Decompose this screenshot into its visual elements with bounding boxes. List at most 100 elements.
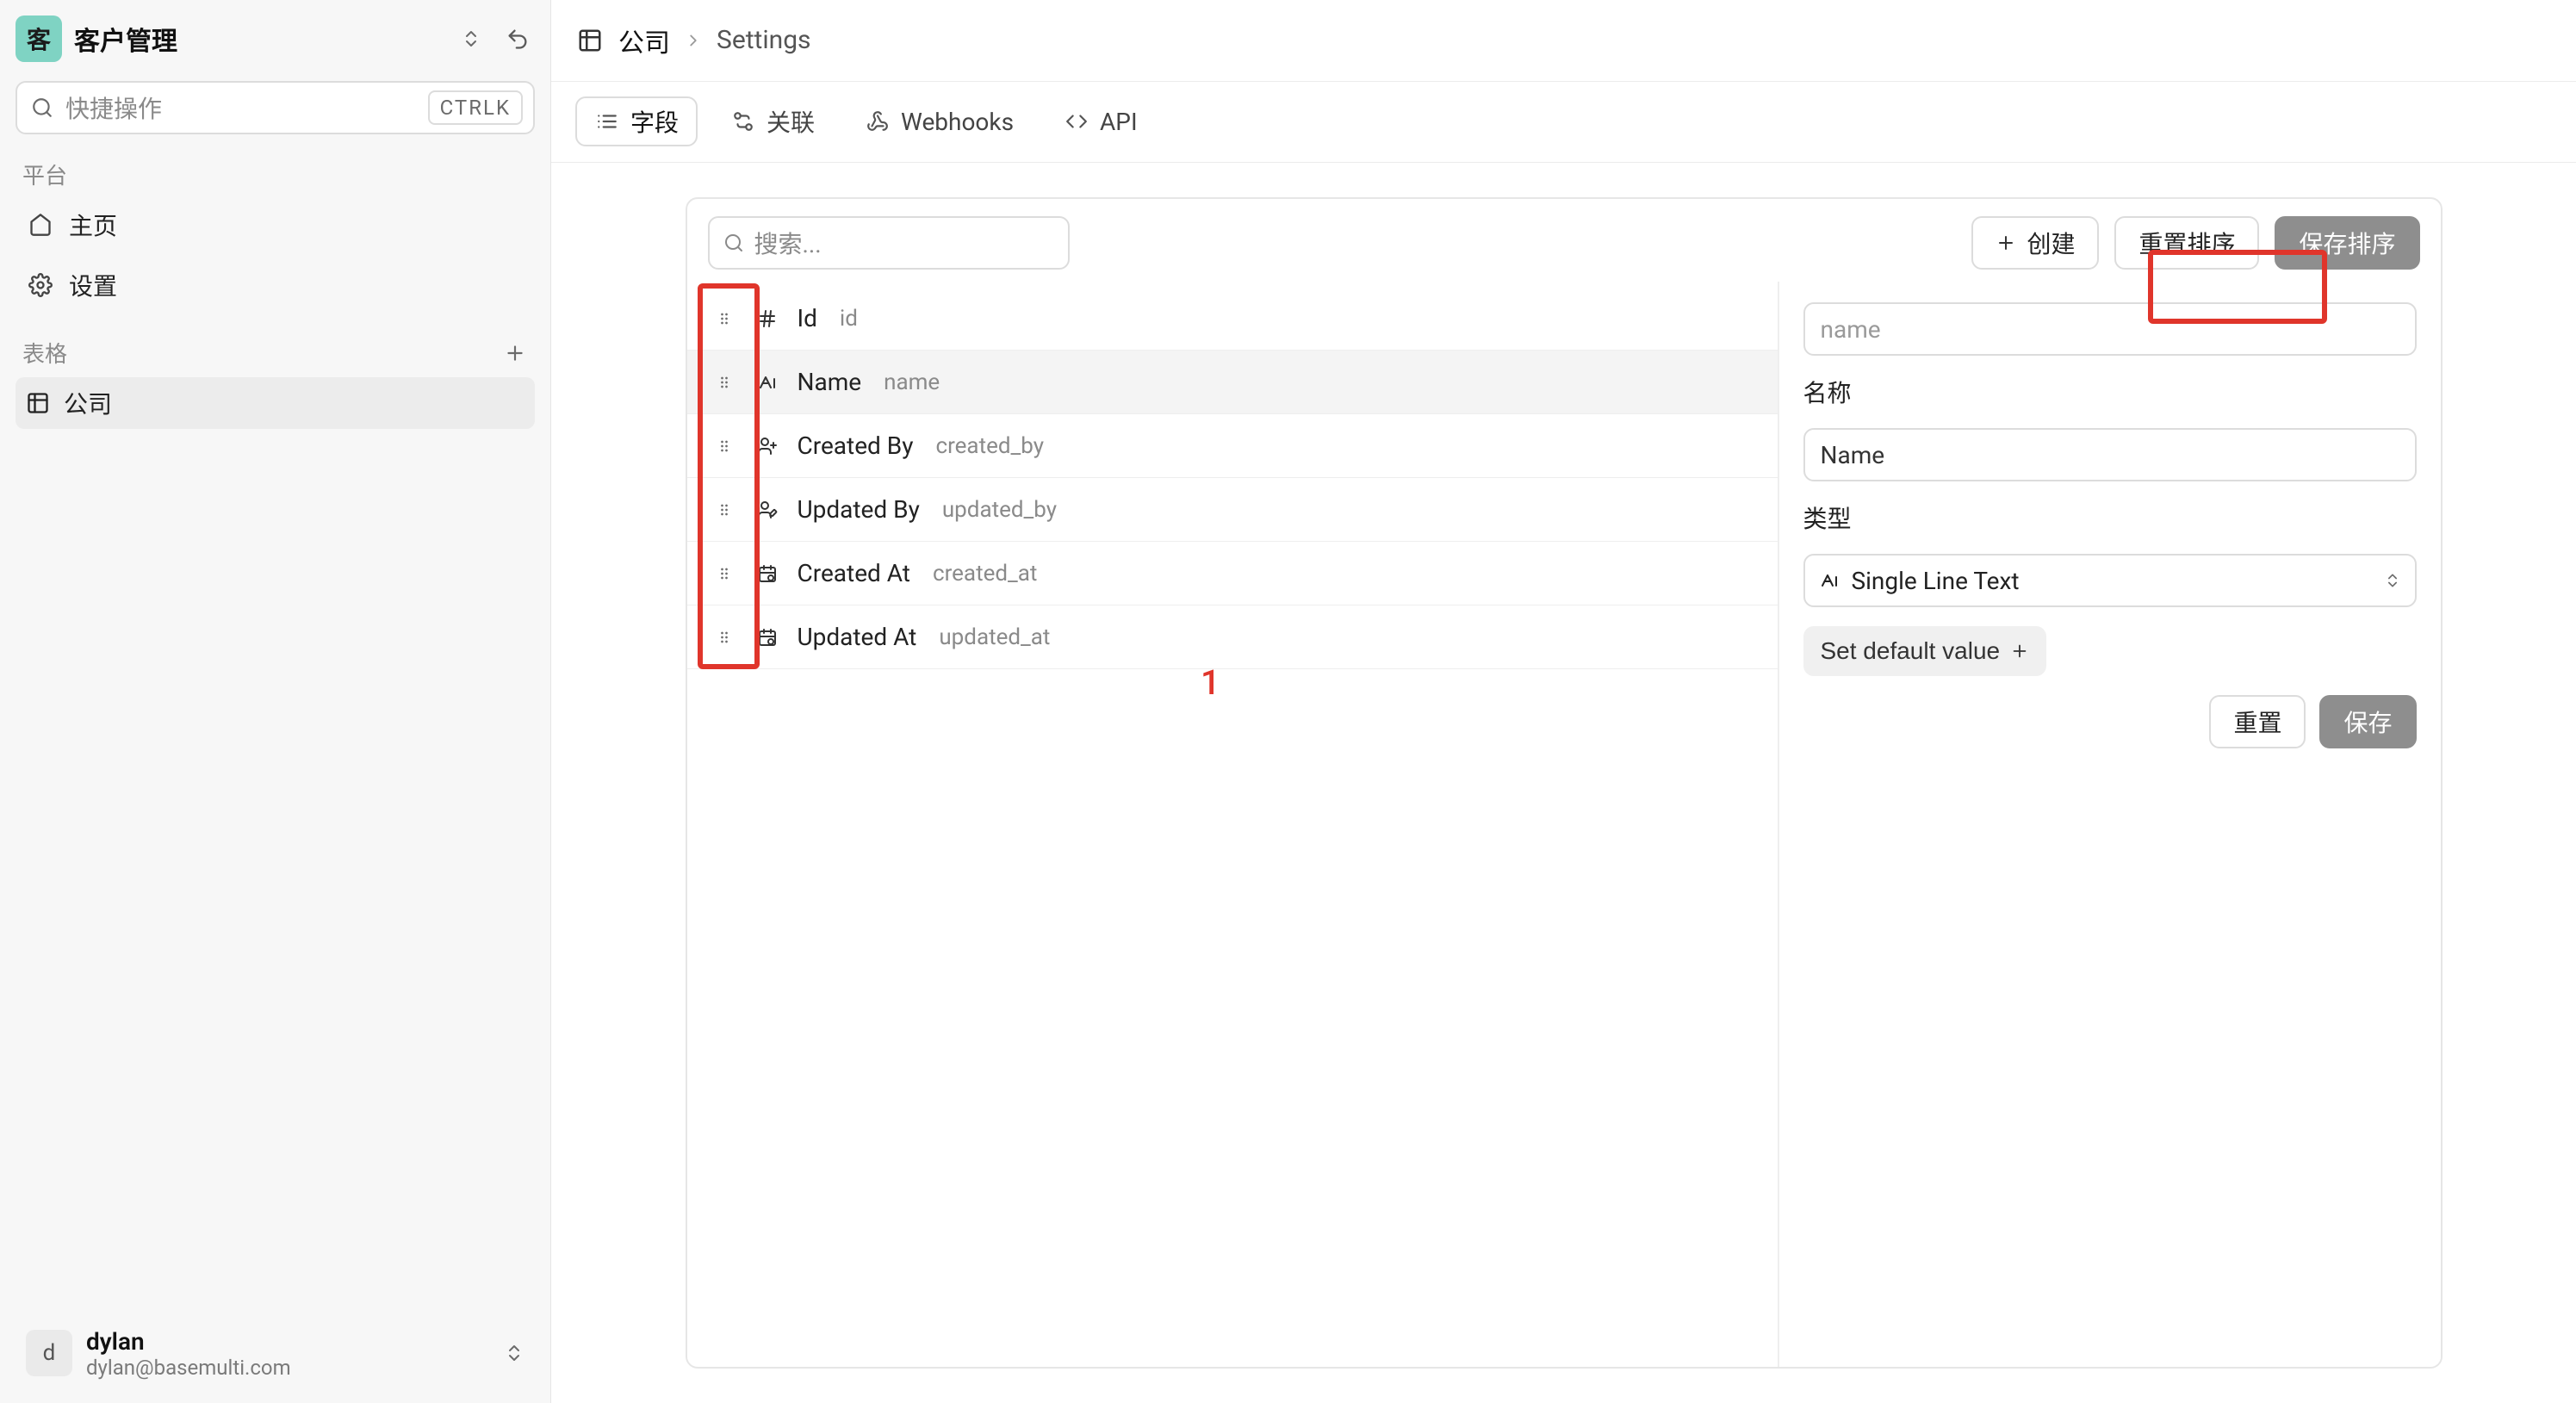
- search-icon: [31, 96, 53, 119]
- table-icon: [575, 26, 605, 55]
- tab-api-label: API: [1100, 108, 1138, 136]
- user-menu[interactable]: d dylan dylan@basemulti.com: [16, 1319, 535, 1387]
- text-icon: [1819, 570, 1840, 591]
- field-slug-input[interactable]: name: [1803, 302, 2417, 356]
- workspace-avatar: 客: [16, 16, 62, 62]
- add-table-button[interactable]: [500, 338, 530, 368]
- field-label: Created By: [798, 431, 914, 460]
- field-label: Updated By: [798, 495, 920, 524]
- user-edit-icon: [753, 495, 782, 525]
- drag-handle-icon[interactable]: [711, 433, 737, 459]
- quick-actions[interactable]: 快捷操作 CTRLK: [16, 81, 535, 134]
- breadcrumb: 公司 Settings: [575, 22, 811, 59]
- field-slug: created_at: [933, 561, 1037, 587]
- field-label: Id: [798, 304, 817, 332]
- user-plus-icon: [753, 431, 782, 461]
- detail-reset-button[interactable]: 重置: [2209, 695, 2306, 748]
- drag-handle-icon[interactable]: [711, 497, 737, 523]
- field-slug: updated_at: [939, 624, 1050, 650]
- quick-actions-placeholder: 快捷操作: [65, 90, 416, 125]
- content: 搜索... 创建 重置排序 保存排序: [551, 163, 2576, 1403]
- nav-home[interactable]: 主页: [16, 199, 535, 251]
- table-item-company[interactable]: 公司: [16, 377, 535, 429]
- chevron-up-down-icon: [2384, 572, 2401, 589]
- tab-webhooks-label: Webhooks: [901, 108, 1014, 136]
- set-default-value-label: Set default value: [1821, 637, 2001, 665]
- plus-icon: [2010, 642, 2029, 661]
- home-icon: [26, 210, 55, 239]
- set-default-value-button[interactable]: Set default value: [1803, 626, 2047, 676]
- reset-sort-label: 重置排序: [2138, 226, 2235, 260]
- user-name: dylan: [86, 1327, 291, 1356]
- breadcrumb-table[interactable]: 公司: [618, 22, 670, 59]
- calendar-icon: [753, 623, 782, 652]
- drag-handle-icon[interactable]: [711, 306, 737, 332]
- table-item-label: 公司: [64, 386, 112, 420]
- field-label: Updated At: [798, 623, 917, 651]
- gear-icon: [26, 270, 55, 300]
- save-sort-label: 保存排序: [2299, 226, 2395, 260]
- field-name-label: 名称: [1803, 375, 2417, 409]
- field-label: Name: [798, 368, 862, 396]
- fields-search[interactable]: 搜索...: [708, 216, 1070, 270]
- create-field-button[interactable]: 创建: [1971, 216, 2099, 270]
- field-slug: created_by: [935, 433, 1044, 459]
- reset-sort-button[interactable]: 重置排序: [2114, 216, 2259, 270]
- sidebar: 客 客户管理 快捷操作 CTRLK 平台 主页 设置 表格: [0, 0, 551, 1403]
- workspace-switcher[interactable]: 客 客户管理: [16, 16, 535, 62]
- drag-handle-icon[interactable]: [711, 369, 737, 395]
- nav-settings[interactable]: 设置: [16, 259, 535, 311]
- relation-icon: [730, 109, 756, 134]
- search-icon: [723, 233, 744, 253]
- user-email: dylan@basemulti.com: [86, 1356, 291, 1380]
- detail-reset-label: 重置: [2233, 705, 2281, 739]
- tab-api[interactable]: API: [1046, 96, 1155, 146]
- detail-save-label: 保存: [2343, 705, 2392, 739]
- field-slug: name: [884, 369, 940, 395]
- main: 公司 Settings 字段 关联 Webhooks: [551, 0, 2576, 1403]
- nav-home-label: 主页: [69, 208, 117, 242]
- breadcrumb-bar: 公司 Settings: [551, 0, 2576, 82]
- field-slug: id: [840, 306, 858, 332]
- calendar-icon: [753, 559, 782, 588]
- field-slug: updated_by: [942, 497, 1057, 523]
- hash-icon: [753, 304, 782, 333]
- fields-panel: 搜索... 创建 重置排序 保存排序: [686, 197, 2443, 1369]
- chevron-right-icon: [684, 31, 703, 50]
- plus-icon: [1996, 233, 2016, 253]
- fields-search-placeholder: 搜索...: [754, 226, 822, 260]
- annotation-number-1: 1: [1201, 662, 1220, 703]
- section-tables-label: 表格: [16, 337, 67, 369]
- tab-fields-label: 字段: [630, 104, 679, 139]
- tab-webhooks[interactable]: Webhooks: [847, 96, 1031, 146]
- field-label: Created At: [798, 559, 910, 587]
- field-type-label: 类型: [1803, 500, 2417, 535]
- breadcrumb-page: Settings: [717, 25, 811, 55]
- nav-settings-label: 设置: [69, 268, 117, 302]
- settings-tabs: 字段 关联 Webhooks API: [551, 82, 2576, 164]
- chevron-up-down-icon[interactable]: [454, 22, 488, 56]
- field-type-select[interactable]: Single Line Text: [1803, 554, 2417, 607]
- drag-handle-icon[interactable]: [711, 561, 737, 587]
- field-type-value: Single Line Text: [1852, 567, 2020, 595]
- field-detail-pane: name 名称 Name 类型 Single Line Text Set def…: [1778, 282, 2441, 1367]
- save-sort-button[interactable]: 保存排序: [2275, 216, 2419, 270]
- field-name-input[interactable]: Name: [1803, 428, 2417, 481]
- chevron-up-down-icon: [504, 1343, 525, 1363]
- tab-relations[interactable]: 关联: [713, 96, 832, 146]
- webhook-icon: [865, 109, 891, 134]
- section-platform-label: 平台: [16, 158, 535, 190]
- table-icon: [26, 391, 50, 415]
- create-field-label: 创建: [2027, 226, 2075, 260]
- text-icon: [753, 368, 782, 397]
- tab-relations-label: 关联: [767, 104, 815, 139]
- undo-icon[interactable]: [500, 22, 535, 56]
- detail-save-button[interactable]: 保存: [2319, 695, 2416, 748]
- fields-toolbar: 搜索... 创建 重置排序 保存排序: [687, 199, 2441, 287]
- list-icon: [594, 109, 620, 134]
- drag-handle-icon[interactable]: [711, 624, 737, 650]
- workspace-name: 客户管理: [74, 20, 177, 58]
- avatar: d: [26, 1330, 72, 1376]
- tab-fields[interactable]: 字段: [575, 96, 698, 146]
- code-icon: [1064, 109, 1089, 134]
